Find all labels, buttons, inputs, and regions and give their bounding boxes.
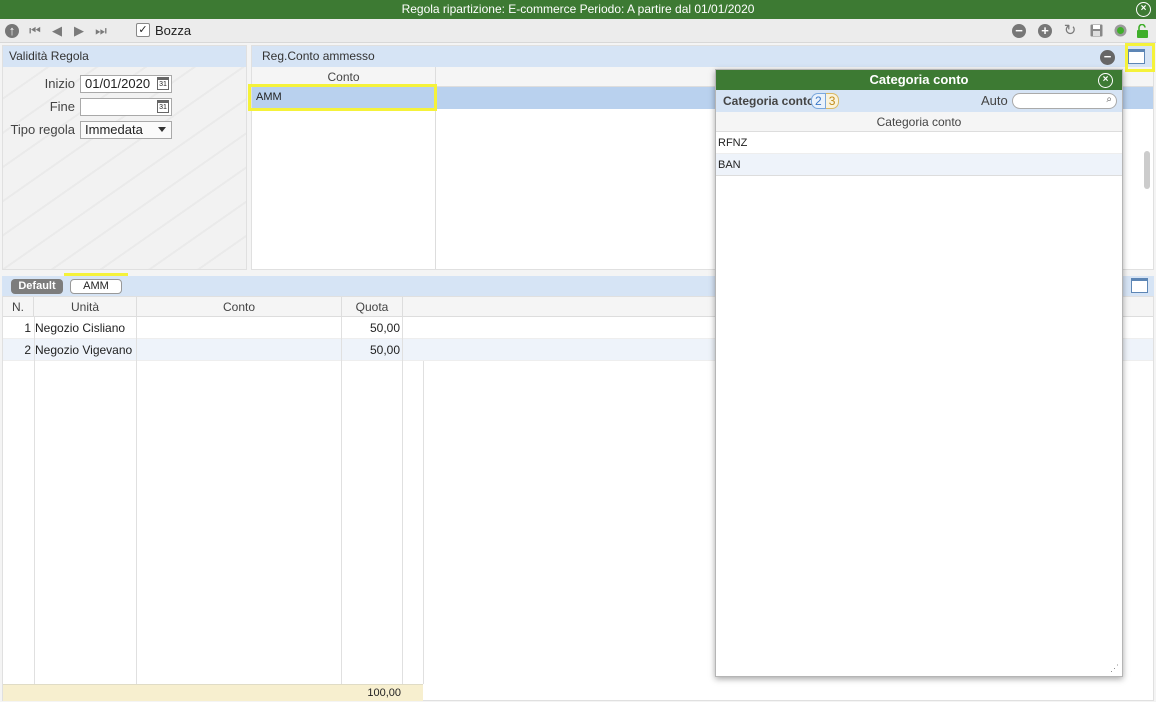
bozza-label: Bozza — [155, 23, 192, 38]
column-divider — [34, 317, 35, 684]
row-number: 1 — [24, 321, 31, 335]
reg-conto-header: Reg.Conto ammesso — [252, 46, 1153, 67]
count-badge-orange[interactable]: 3 — [825, 93, 840, 109]
quota-cell[interactable]: 50,00 — [342, 317, 400, 339]
refresh-icon[interactable]: ↻ — [1063, 23, 1077, 38]
popup-bar-label: Categoria conto — [723, 94, 815, 108]
unita-column-header[interactable]: Unità — [34, 297, 137, 317]
quota-column-header[interactable]: Quota — [342, 297, 403, 317]
row-number: 2 — [24, 343, 31, 357]
last-record-icon[interactable]: ⏭ — [94, 24, 108, 38]
list-item[interactable]: BAN — [716, 154, 1122, 176]
up-arrow-icon[interactable]: ↑ — [5, 24, 19, 38]
remove-row-icon[interactable]: − — [1100, 50, 1115, 65]
unlock-icon[interactable] — [1135, 23, 1149, 38]
tipo-regola-select[interactable]: Immedata — [80, 121, 172, 139]
total-row: 100,00 — [3, 684, 423, 701]
unita-cell: Negozio Vigevano — [35, 343, 133, 357]
bozza-checkbox[interactable]: ✓ — [136, 23, 150, 37]
add-icon[interactable]: + — [1038, 24, 1052, 38]
list-item[interactable]: RFNZ — [716, 132, 1122, 154]
status-green-icon[interactable] — [1113, 24, 1127, 38]
popup-titlebar: Categoria conto × — [716, 70, 1122, 90]
count-badge-blue[interactable]: 2 — [811, 93, 826, 109]
highlight-box — [1125, 43, 1155, 72]
resize-handle-icon[interactable]: ⋰ — [1110, 663, 1119, 674]
tab-default[interactable]: Default — [11, 279, 63, 294]
close-popup-icon[interactable]: × — [1098, 73, 1113, 88]
tipo-regola-value: Immedata — [85, 122, 143, 137]
unita-cell: Negozio Cisliano — [35, 321, 126, 335]
total-quota: 100,00 — [367, 687, 401, 699]
next-record-icon[interactable]: ▶ — [72, 24, 86, 38]
validita-regola-header: Validità Regola — [3, 46, 246, 67]
categoria-conto-popup: Categoria conto × Categoria conto 23 Aut… — [715, 69, 1123, 677]
column-divider — [341, 317, 342, 684]
remove-icon[interactable]: − — [1012, 24, 1026, 38]
column-divider — [136, 317, 137, 684]
calendar-icon[interactable]: 31 — [157, 77, 169, 90]
inizio-value: 01/01/2020 — [85, 76, 151, 91]
window-title: Regola ripartizione: E-commerce Periodo:… — [401, 2, 755, 16]
n-column-header[interactable]: N. — [3, 297, 34, 317]
search-input[interactable]: ⌕ — [1012, 93, 1117, 109]
window-titlebar: Regola ripartizione: E-commerce Periodo:… — [0, 0, 1156, 19]
first-record-icon[interactable]: ⏮ — [28, 24, 42, 38]
column-divider — [435, 109, 436, 269]
toolbar: ↑ ⏮ ◀ ▶ ⏭ ✓ Bozza − + ↻ — [0, 19, 1156, 43]
tipo-regola-label: Tipo regola — [10, 122, 75, 137]
close-window-icon[interactable]: × — [1136, 2, 1151, 17]
fine-label: Fine — [49, 99, 75, 114]
auto-label: Auto — [981, 93, 1008, 108]
popup-title: Categoria conto — [869, 72, 969, 87]
quota-cell[interactable]: 50,00 — [342, 339, 400, 361]
fine-field[interactable]: 31 — [80, 98, 172, 116]
tab-amm[interactable]: AMM — [70, 279, 122, 294]
previous-record-icon[interactable]: ◀ — [50, 24, 64, 38]
inizio-label: Inizio — [44, 76, 75, 91]
categoria-column-header[interactable]: Categoria conto — [716, 112, 1122, 132]
chevron-down-icon — [158, 127, 166, 132]
calendar-icon[interactable]: 31 — [157, 100, 169, 113]
window-panel-icon[interactable] — [1131, 278, 1148, 293]
search-icon[interactable]: ⌕ — [1106, 94, 1112, 105]
inizio-field[interactable]: 01/01/2020 31 — [80, 75, 172, 93]
save-icon[interactable] — [1089, 24, 1103, 38]
scrollbar[interactable] — [1144, 151, 1150, 189]
conto-column-header[interactable]: Conto — [137, 297, 342, 317]
popup-filter-bar: Categoria conto 23 Auto ⌕ — [716, 90, 1122, 112]
validita-regola-panel: Validità Regola Inizio 01/01/2020 31 Fin… — [2, 45, 247, 270]
highlight-box — [248, 84, 437, 111]
record-count-badge: 23 — [811, 93, 840, 109]
column-divider — [402, 317, 403, 684]
column-divider — [423, 361, 424, 684]
